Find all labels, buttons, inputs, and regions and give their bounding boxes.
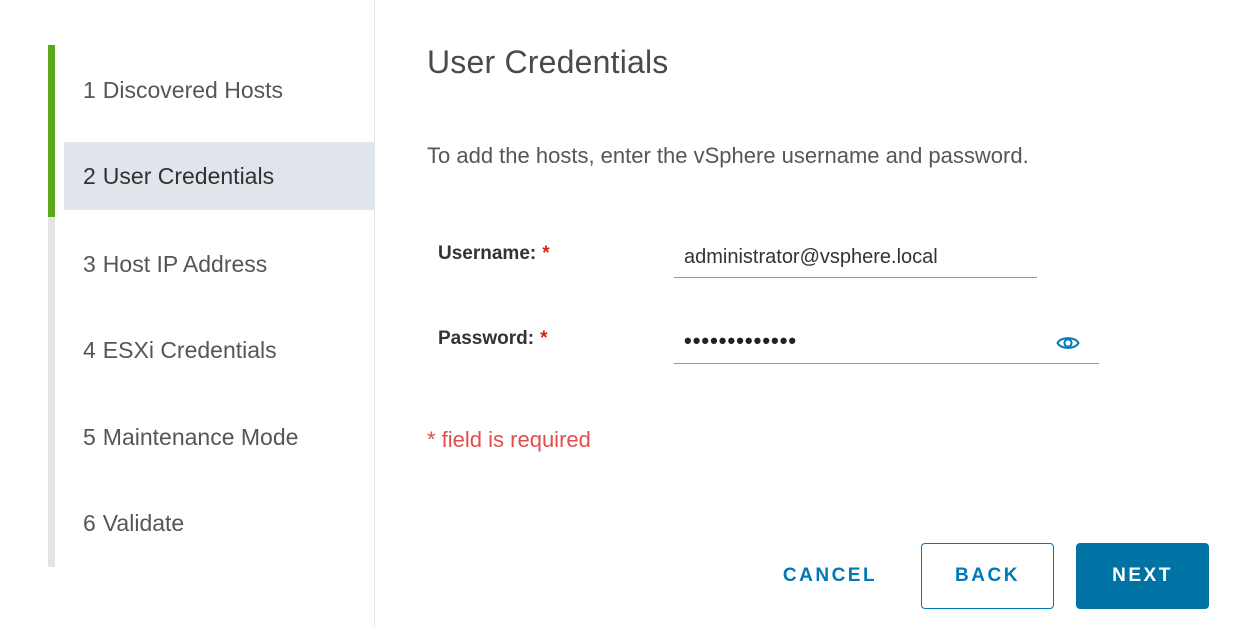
username-label: Username: * xyxy=(438,243,550,265)
step-label: Maintenance Mode xyxy=(102,423,299,450)
page-description: To add the hosts, enter the vSphere user… xyxy=(427,143,1029,168)
step-validate[interactable]: 6 Validate xyxy=(64,489,374,557)
required-asterisk: * xyxy=(540,328,548,349)
eye-icon[interactable] xyxy=(1056,333,1080,353)
username-label-text: Username: xyxy=(438,243,537,264)
password-label: Password: * xyxy=(438,328,548,350)
password-label-text: Password: xyxy=(438,328,535,349)
password-masked-value: ••••••••••••• xyxy=(684,328,798,353)
wizard-sidebar: 1 Discovered Hosts 2 User Credentials 3 … xyxy=(0,0,375,627)
step-maintenance-mode[interactable]: 5 Maintenance Mode xyxy=(64,403,374,471)
next-button[interactable]: NEXT xyxy=(1076,543,1209,609)
step-esxi-credentials[interactable]: 4 ESXi Credentials xyxy=(64,316,374,384)
wizard-page: 1 Discovered Hosts 2 User Credentials 3 … xyxy=(0,0,1243,627)
back-button[interactable]: BACK xyxy=(921,543,1054,609)
step-discovered-hosts[interactable]: 1 Discovered Hosts xyxy=(64,56,374,124)
required-asterisk: * xyxy=(542,243,550,264)
step-label: User Credentials xyxy=(102,162,275,189)
required-field-note: * field is required xyxy=(427,427,591,452)
step-label: Validate xyxy=(102,509,185,536)
step-host-ip-address[interactable]: 3 Host IP Address xyxy=(64,230,374,298)
page-title: User Credentials xyxy=(427,44,669,80)
step-label: Host IP Address xyxy=(102,250,268,277)
step-user-credentials[interactable]: 2 User Credentials xyxy=(64,142,374,210)
progress-fill xyxy=(48,45,55,217)
step-number: 1 xyxy=(83,76,96,103)
wizard-content: User Credentials To add the hosts, enter… xyxy=(375,0,1243,627)
step-number: 4 xyxy=(83,336,96,363)
step-number: 3 xyxy=(83,250,96,277)
step-number: 5 xyxy=(83,423,96,450)
step-number: 6 xyxy=(83,509,96,536)
username-field[interactable] xyxy=(674,238,1037,278)
step-number: 2 xyxy=(83,162,96,189)
cancel-button[interactable]: CANCEL xyxy=(760,543,900,609)
step-label: Discovered Hosts xyxy=(102,76,284,103)
step-label: ESXi Credentials xyxy=(102,336,277,363)
